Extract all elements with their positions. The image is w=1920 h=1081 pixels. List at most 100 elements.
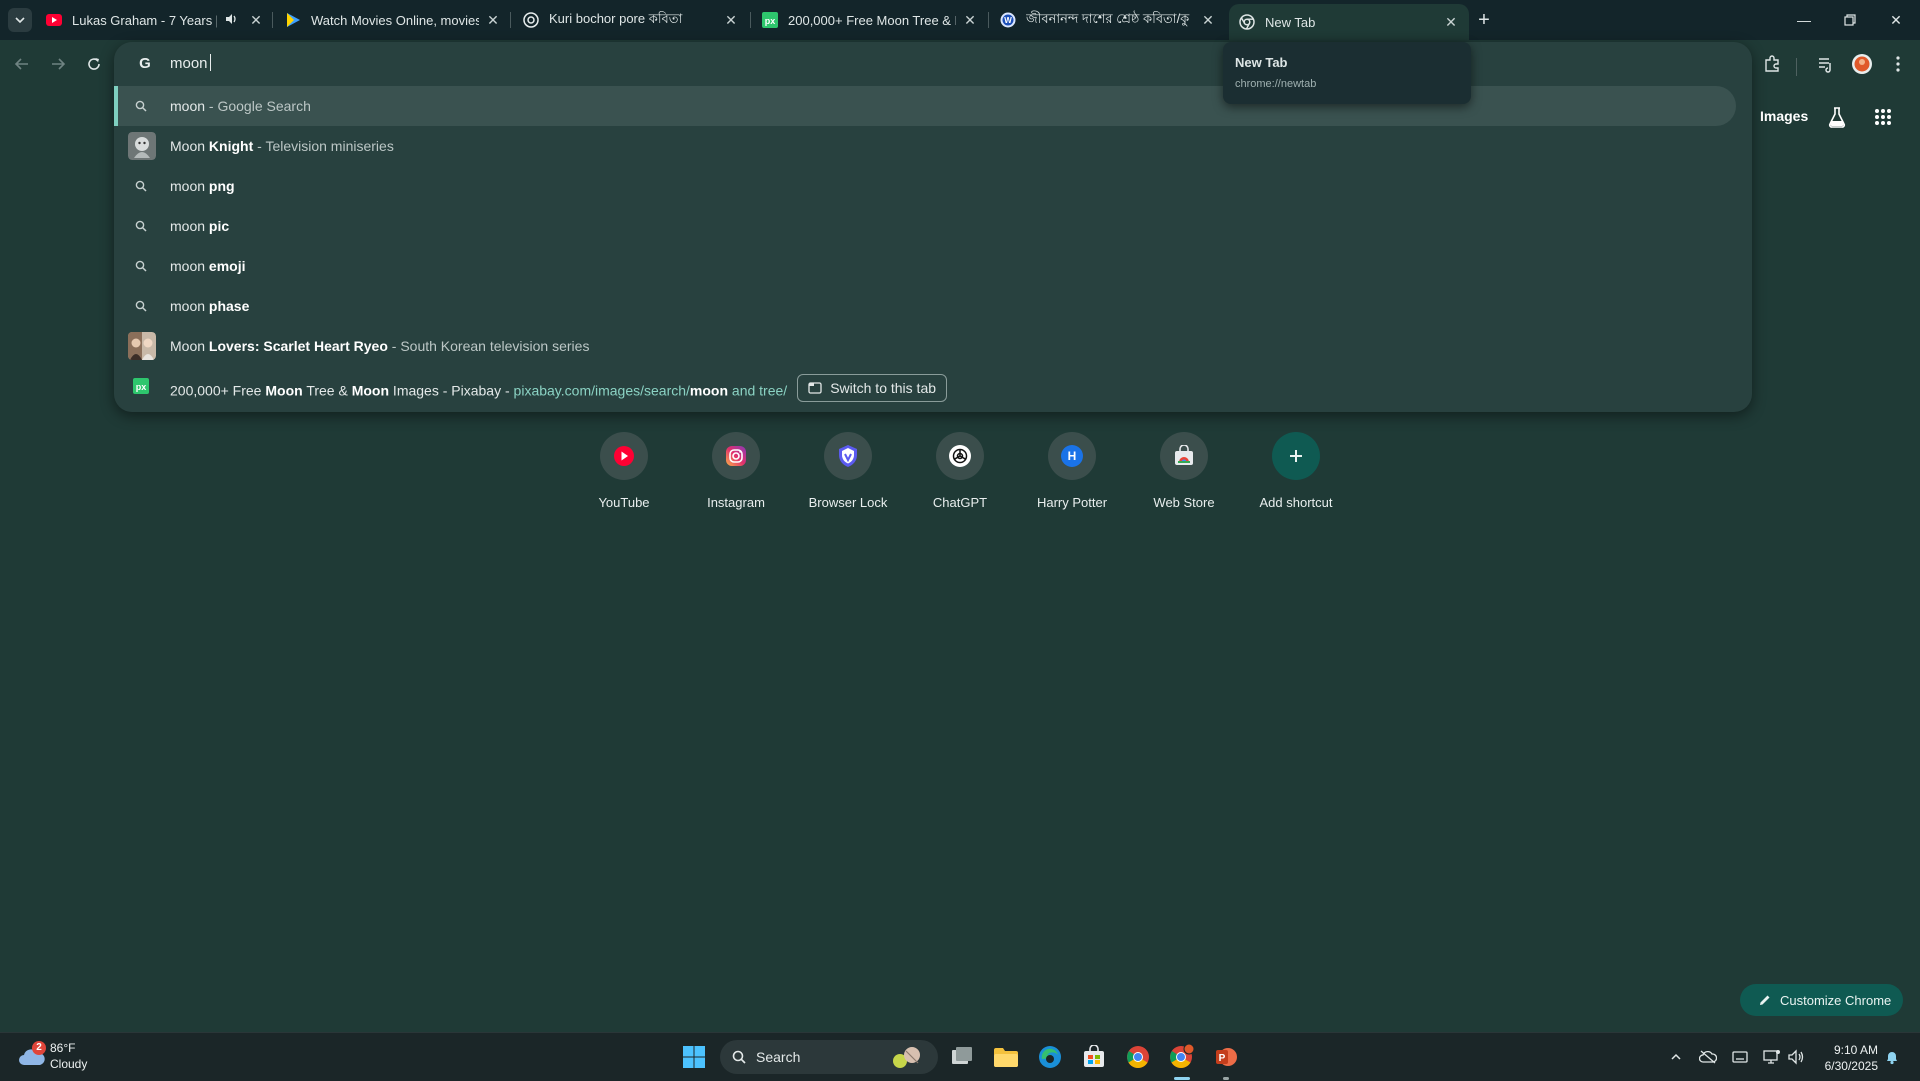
close-icon[interactable]: ✕ [960,10,980,30]
images-link[interactable]: Images [1760,108,1808,124]
suggestion-moon-knight[interactable]: Moon Knight - Television miniseries [114,126,1736,166]
back-button[interactable] [8,50,36,78]
suggestion-moon-png[interactable]: moon png [114,166,1736,206]
close-window-button[interactable]: ✕ [1876,6,1916,34]
close-icon[interactable]: ✕ [1198,10,1218,30]
menu-button[interactable] [1884,50,1912,78]
close-icon[interactable]: ✕ [721,10,741,30]
minimize-icon: — [1797,12,1811,28]
tab-new-tab[interactable]: New Tab ✕ [1229,4,1469,40]
minimize-button[interactable]: — [1784,6,1824,34]
edge-button[interactable] [1034,1041,1066,1073]
shortcut-label: Harry Potter [1036,495,1108,510]
omnibox-input[interactable]: G moon [114,42,1114,84]
task-view-button[interactable] [946,1041,978,1073]
moon-knight-thumbnail [128,132,156,160]
shortcut-browser-lock[interactable]: Browser Lock [792,430,904,520]
youtube-icon [46,12,62,28]
customize-chrome-button[interactable]: Customize Chrome [1740,984,1903,1016]
input-indicator-tray[interactable] [1730,1047,1750,1067]
letter-avatar: H [1061,445,1083,467]
close-icon[interactable]: ✕ [483,10,503,30]
tab-pixabay[interactable]: px 200,000+ Free Moon Tree & Mo ✕ [762,6,980,34]
shortcut-label: Instagram [707,495,765,510]
shortcut-label: Web Store [1153,495,1215,510]
tab-lukas-graham[interactable]: Lukas Graham - 7 Years [Official ✕ [46,6,266,34]
search-icon [130,295,152,317]
chrome-profile-taskbar-button[interactable] [1166,1041,1198,1080]
suggestion-moon-emoji[interactable]: moon emoji [114,246,1736,286]
close-icon[interactable]: ✕ [246,10,266,30]
chrome-taskbar-button[interactable] [1122,1041,1154,1073]
weather-badge: 2 [32,1041,46,1055]
chevron-down-icon [15,17,25,24]
shortcut-web-store[interactable]: Web Store [1128,430,1240,520]
start-button[interactable] [678,1041,710,1073]
tab-strip: Lukas Graham - 7 Years [Official ✕ Watch… [0,0,1920,40]
onedrive-tray[interactable] [1698,1047,1718,1067]
chrome-icon [1127,1046,1149,1068]
media-controls-button[interactable] [1812,50,1840,78]
tab-title: Kuri bochor pore কবিতা [549,10,683,26]
search-icon [732,1050,746,1064]
reload-button[interactable] [80,50,108,78]
new-tab-button[interactable]: + [1472,8,1496,32]
chatgpt-icon [936,432,984,480]
tab-separator [510,12,511,28]
avatar [1852,54,1872,74]
show-hidden-icons[interactable] [1666,1047,1686,1067]
clock[interactable]: 9:10 AM 6/30/2025 [1825,1042,1878,1074]
tab-kuri-bochor[interactable]: Kuri bochor pore কবিতা ✕ [523,6,741,34]
profile-button[interactable] [1848,50,1876,78]
tab-hover-card: New Tab chrome://newtab [1223,42,1471,104]
restore-button[interactable] [1830,6,1870,34]
store-button[interactable] [1078,1041,1110,1073]
suggestion-moon-lovers[interactable]: Moon Lovers: Scarlet Heart Ryeo - South … [114,326,1736,366]
edge-icon [1039,1046,1061,1068]
labs-button[interactable] [1827,106,1849,128]
shortcut-label: ChatGPT [932,495,988,510]
shortcut-add[interactable]: Add shortcut [1240,430,1352,520]
shortcut-harry-potter[interactable]: H Harry Potter [1016,430,1128,520]
svg-text:px: px [765,16,776,26]
omnibox-dropdown: G moon moon - Google Search Moon Knight … [114,42,1752,412]
powerpoint-button[interactable]: P [1210,1041,1242,1080]
forward-button[interactable] [44,50,72,78]
svg-text:P: P [1219,1053,1226,1064]
toolbar-divider [1796,58,1797,76]
weather-condition: Cloudy [50,1057,88,1071]
windows-logo-icon [683,1046,705,1068]
file-explorer-button[interactable] [990,1041,1022,1073]
taskbar: 2 86°F Cloudy Search P 9:10 AM 6/30/2025 [0,1032,1920,1081]
extensions-button[interactable] [1758,50,1786,78]
task-view-icon [952,1047,972,1064]
youtube-icon [600,432,648,480]
suggestion-google-search[interactable]: moon - Google Search [114,86,1736,126]
powerpoint-icon: P [1216,1048,1237,1066]
tab-watch-movies[interactable]: Watch Movies Online, movies se ✕ [285,6,503,34]
letter-h-icon: H [1048,432,1096,480]
network-tray[interactable] [1762,1047,1782,1067]
tab-search-button[interactable] [8,8,32,32]
suggestion-moon-pic[interactable]: moon pic [114,206,1736,246]
taskbar-search[interactable]: Search [720,1040,938,1074]
svg-text:px: px [136,382,147,392]
clock-date: 6/30/2025 [1824,1059,1878,1073]
suggestion-moon-phase[interactable]: moon phase [114,286,1736,326]
volume-tray[interactable] [1786,1047,1806,1067]
close-icon[interactable]: ✕ [1441,12,1461,32]
shortcut-chatgpt[interactable]: ChatGPT [904,430,1016,520]
tab-jibanananda[interactable]: W জীবনানন্দ দাশের শ্রেষ্ঠ কবিতা/কু ✕ [1000,6,1218,34]
apps-button[interactable] [1874,108,1894,128]
play-icon [285,12,301,28]
search-icon [130,175,152,197]
weather-widget[interactable]: 2 86°F Cloudy [16,1041,116,1073]
shortcut-youtube[interactable]: YouTube [568,430,680,520]
switch-to-tab-button[interactable]: Switch to this tab [797,374,948,402]
google-g-icon: G [139,55,151,72]
suggestion-open-tab-pixabay[interactable]: px 200,000+ Free Moon Tree & Moon Images… [114,366,1736,406]
notifications-tray[interactable] [1882,1047,1902,1067]
taskbar-search-label: Search [756,1049,801,1065]
speaker-icon [224,12,240,28]
shortcut-instagram[interactable]: Instagram [680,430,792,520]
